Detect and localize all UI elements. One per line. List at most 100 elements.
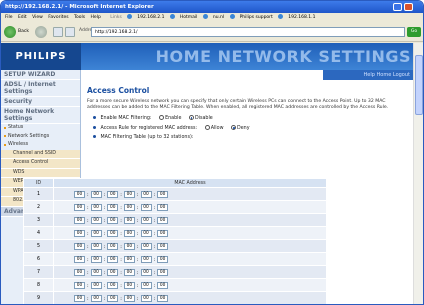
mac-octet-input[interactable]: 00 xyxy=(140,242,152,250)
mac-octet-input[interactable]: 00 xyxy=(107,203,119,211)
sidebar-home-network[interactable]: Home Network Settings xyxy=(1,107,80,124)
access-allow-radio[interactable] xyxy=(204,125,210,130)
mac-octet-input[interactable]: 00 xyxy=(157,255,169,263)
mac-octet-input[interactable]: 00 xyxy=(140,229,152,237)
link-hotmail[interactable]: Hotmail xyxy=(169,13,197,23)
back-label[interactable]: Back xyxy=(18,29,29,34)
scrollbar[interactable] xyxy=(413,43,423,304)
mac-separator: : xyxy=(103,231,106,237)
mac-octet-input[interactable]: 00 xyxy=(74,281,85,289)
mac-octet-input[interactable]: 00 xyxy=(74,190,85,198)
mac-octet-input[interactable]: 00 xyxy=(123,281,135,289)
mac-octet-input[interactable]: 00 xyxy=(157,203,169,211)
mac-octet-input[interactable]: 00 xyxy=(74,294,85,302)
sidebar-setup-wizard[interactable]: SETUP WIZARD xyxy=(1,70,80,80)
mac-octet-input[interactable]: 00 xyxy=(107,281,119,289)
mac-filter-disable-label: Disable xyxy=(194,116,213,121)
sidebar-item-channel-ssid[interactable]: Channel and SSID xyxy=(1,149,80,159)
mac-octet-input[interactable]: 00 xyxy=(74,268,85,276)
mac-octet-input[interactable]: 00 xyxy=(140,294,152,302)
sidebar-security[interactable]: Security xyxy=(1,97,80,107)
mac-octet-input[interactable]: 00 xyxy=(90,268,102,276)
mac-octet-input[interactable]: 00 xyxy=(90,203,102,211)
mac-octet-input[interactable]: 00 xyxy=(123,268,135,276)
mac-octet-input[interactable]: 00 xyxy=(157,190,169,198)
mac-octet-input[interactable]: 00 xyxy=(123,229,135,237)
mac-octet-input[interactable]: 00 xyxy=(123,242,135,250)
mac-octet-input[interactable]: 00 xyxy=(90,216,102,224)
mac-octet-input[interactable]: 00 xyxy=(107,294,119,302)
mac-octet-input[interactable]: 00 xyxy=(74,229,85,237)
menu-help[interactable]: Help xyxy=(91,15,101,20)
sidebar-adsl[interactable]: ADSL / Internet Settings xyxy=(1,80,80,97)
mac-octet-input[interactable]: 00 xyxy=(107,242,119,250)
mac-octet-input[interactable]: 00 xyxy=(107,190,119,198)
mac-address-cell: 00:00:00:00:00:00 xyxy=(53,226,327,240)
mac-octet-input[interactable]: 00 xyxy=(123,294,135,302)
sidebar-item-access-control[interactable]: Access Control xyxy=(1,159,80,169)
mac-octet-input[interactable]: 00 xyxy=(107,216,119,224)
mac-octet-input[interactable]: 00 xyxy=(157,229,169,237)
close-button[interactable] xyxy=(404,3,413,11)
link-1[interactable]: 192.168.2.1 xyxy=(127,13,164,23)
menu-favorites[interactable]: Favorites xyxy=(48,15,68,20)
back-icon[interactable] xyxy=(4,26,16,38)
sidebar-item-network-settings[interactable]: Network Settings xyxy=(1,133,80,142)
menu-file[interactable]: File xyxy=(5,15,13,20)
link-nu[interactable]: nu.nl xyxy=(202,13,224,23)
address-bar[interactable]: http://192.168.2.1/ xyxy=(91,27,405,37)
mac-octet-input[interactable]: 00 xyxy=(123,255,135,263)
mac-octet-input[interactable]: 00 xyxy=(74,203,85,211)
mac-octet-input[interactable]: 00 xyxy=(90,294,102,302)
access-deny-radio[interactable] xyxy=(231,125,237,130)
mac-octet-input[interactable]: 00 xyxy=(90,242,102,250)
mac-octet-input[interactable]: 00 xyxy=(123,203,135,211)
mac-octet-input[interactable]: 00 xyxy=(123,216,135,224)
mac-octet-input[interactable]: 00 xyxy=(107,229,119,237)
mac-octet-input[interactable]: 00 xyxy=(157,281,169,289)
link-192-168-1-1[interactable]: 192.168.1.1 xyxy=(278,13,315,23)
mac-octet-input[interactable]: 00 xyxy=(140,216,152,224)
mac-octet-input[interactable]: 00 xyxy=(107,268,119,276)
forward-icon[interactable] xyxy=(35,26,47,38)
mac-octet-input[interactable]: 00 xyxy=(140,190,152,198)
stop-icon[interactable] xyxy=(53,27,63,37)
mac-separator: : xyxy=(136,218,139,224)
menu-edit[interactable]: Edit xyxy=(18,15,27,20)
minimize-button[interactable] xyxy=(393,3,402,11)
mac-octet-input[interactable]: 00 xyxy=(107,255,119,263)
mac-filter-disable-radio[interactable] xyxy=(188,115,194,120)
mac-octet-input[interactable]: 00 xyxy=(74,242,85,250)
mac-separator: : xyxy=(120,244,122,250)
scrollbar-thumb[interactable] xyxy=(415,55,423,115)
mac-octet-input[interactable]: 00 xyxy=(74,255,85,263)
mac-octet-input[interactable]: 00 xyxy=(90,229,102,237)
mac-separator: : xyxy=(120,270,122,276)
mac-octet-input[interactable]: 00 xyxy=(157,216,169,224)
mac-octet-input[interactable]: 00 xyxy=(157,268,169,276)
mac-octet-input[interactable]: 00 xyxy=(123,190,135,198)
refresh-icon[interactable] xyxy=(65,27,75,37)
mac-octet-input[interactable]: 00 xyxy=(90,190,102,198)
menu-view[interactable]: View xyxy=(32,15,43,20)
mac-separator: : xyxy=(103,192,106,198)
go-button[interactable]: Go xyxy=(407,27,421,37)
mac-octet-input[interactable]: 00 xyxy=(140,268,152,276)
mac-octet-input[interactable]: 00 xyxy=(140,281,152,289)
mac-octet-input[interactable]: 00 xyxy=(74,216,85,224)
access-deny-label: Deny xyxy=(237,126,250,131)
mac-octet-input[interactable]: 00 xyxy=(90,281,102,289)
mac-octet-input[interactable]: 00 xyxy=(140,255,152,263)
menu-tools[interactable]: Tools xyxy=(74,15,85,20)
mac-filter-enable-radio[interactable] xyxy=(159,115,165,120)
header-links[interactable]: Help Home Logout xyxy=(323,70,413,80)
page-banner-title: HOME NETWORK SETTINGS xyxy=(155,47,411,66)
link-philips-support[interactable]: Philips support xyxy=(229,13,273,23)
sidebar-item-wireless[interactable]: Wireless xyxy=(1,141,80,150)
mac-octet-input[interactable]: 00 xyxy=(157,294,169,302)
mac-octet-input[interactable]: 00 xyxy=(90,255,102,263)
mac-octet-input[interactable]: 00 xyxy=(157,242,169,250)
mac-octet-input[interactable]: 00 xyxy=(140,203,152,211)
sidebar-item-wds[interactable]: WDS xyxy=(1,168,80,178)
sidebar-item-status[interactable]: Status xyxy=(1,124,80,133)
